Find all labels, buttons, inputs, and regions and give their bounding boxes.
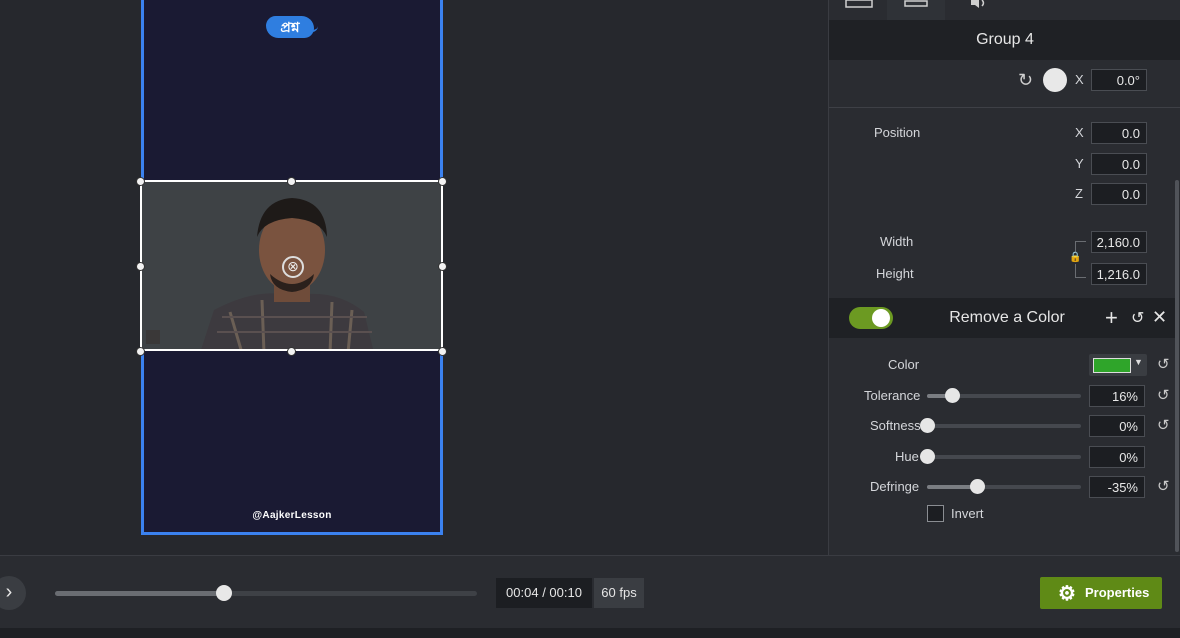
position-z-field[interactable]: 0.0 [1091, 183, 1147, 205]
title-badge: প্রশ্ন [266, 16, 314, 38]
invert-label: Invert [951, 506, 984, 521]
softness-field[interactable]: 0% [1089, 415, 1145, 437]
close-icon[interactable]: ✕ [1152, 307, 1167, 328]
properties-button-label: Properties [1085, 585, 1150, 600]
divider [829, 107, 1180, 108]
toggle-knob [872, 309, 890, 327]
rotation-x-field[interactable]: 0.0° [1091, 69, 1147, 91]
fps-display: 60 fps [594, 578, 644, 608]
rotation-axis-label: X [1075, 72, 1084, 87]
effect-title: Remove a Color [949, 309, 1065, 326]
defringe-slider-knob[interactable] [970, 479, 986, 494]
hue-slider-track[interactable] [927, 455, 1081, 459]
position-x-field[interactable]: 0.0 [1091, 122, 1147, 144]
height-label: Height [876, 266, 914, 281]
lock-icon[interactable]: 🔒 [1069, 252, 1081, 264]
gear-icon: ⚙ [1058, 583, 1076, 605]
panel-scrollbar[interactable] [1175, 180, 1179, 552]
tolerance-field[interactable]: 16% [1089, 385, 1145, 407]
resize-handle-bottom-right[interactable] [438, 347, 447, 356]
width-field[interactable]: 2,160.0 [1091, 231, 1147, 253]
position-y-field[interactable]: 0.0 [1091, 153, 1147, 175]
tolerance-label: Tolerance [864, 388, 921, 403]
visual-properties-icon [845, 0, 873, 8]
position-x-label: X [1075, 125, 1084, 140]
properties-button[interactable]: ⚙ Properties [1040, 577, 1162, 609]
resize-handle-bottom[interactable] [287, 347, 296, 356]
position-z-label: Z [1075, 186, 1083, 201]
reset-tolerance-icon[interactable]: ↺ [1157, 386, 1170, 404]
panel-tab-bar [829, 0, 1180, 22]
reset-color-icon[interactable]: ↺ [1157, 355, 1170, 373]
defringe-field[interactable]: -35% [1089, 476, 1145, 498]
properties-panel: Group 4 ↻ X 0.0° Position X 0.0 Y 0.0 Z … [828, 0, 1180, 555]
chevron-right-icon: › [5, 581, 13, 603]
audio-properties-icon [971, 0, 985, 8]
remove-color-header: Remove a Color + ↺ ✕ [829, 298, 1175, 338]
rotation-dial[interactable] [1043, 68, 1067, 92]
center-anchor-icon[interactable]: ⊗ [282, 256, 304, 278]
width-label: Width [880, 234, 914, 249]
resize-handle-top-right[interactable] [438, 177, 447, 186]
hue-field[interactable]: 0% [1089, 446, 1145, 468]
scrubber-progress [55, 591, 224, 596]
reset-softness-icon[interactable]: ↺ [1157, 416, 1170, 434]
tab-visual[interactable] [829, 0, 887, 20]
effect-enable-toggle[interactable] [849, 307, 893, 329]
playback-bar: › 00:04 / 00:10 60 fps ⚙ Properties [0, 555, 1180, 629]
expand-play-button[interactable]: › [0, 576, 26, 610]
hue-slider-knob[interactable] [920, 449, 935, 464]
chevron-down-icon: ▼ [1134, 357, 1143, 367]
defringe-label: Defringe [870, 479, 920, 494]
tab-effects[interactable] [887, 0, 945, 22]
resize-handle-top-left[interactable] [136, 177, 145, 186]
tolerance-slider-knob[interactable] [944, 388, 960, 403]
height-field[interactable]: 1,216.0 [1091, 263, 1147, 285]
add-icon[interactable]: + [1105, 305, 1118, 331]
softness-slider-knob[interactable] [920, 418, 935, 433]
position-label: Position [874, 125, 921, 140]
rotate-icon[interactable]: ↻ [1018, 70, 1033, 91]
color-picker[interactable]: ▼ [1089, 354, 1147, 376]
tab-audio[interactable] [945, 0, 1003, 20]
color-swatch [1093, 358, 1131, 373]
resize-handle-left[interactable] [136, 262, 145, 271]
reset-defringe-icon[interactable]: ↺ [1157, 477, 1170, 495]
invert-checkbox[interactable] [927, 505, 944, 522]
resize-handle-right[interactable] [438, 262, 447, 271]
softness-slider-track[interactable] [927, 424, 1081, 428]
position-y-label: Y [1075, 156, 1084, 171]
watermark-text: @AajkerLesson [252, 510, 332, 521]
timecode-display: 00:04 / 00:10 [496, 578, 592, 608]
effects-properties-icon [904, 0, 928, 7]
reset-effect-icon[interactable]: ↺ [1131, 308, 1144, 328]
hue-label: Hue [895, 449, 919, 464]
timeline-edge [0, 628, 1180, 638]
resize-handle-bottom-left[interactable] [136, 347, 145, 356]
scrubber-handle[interactable] [215, 585, 232, 601]
group-title: Group 4 [829, 20, 1180, 60]
resize-handle-top[interactable] [287, 177, 296, 186]
softness-label: Softness [870, 418, 921, 433]
color-label: Color [888, 357, 920, 372]
